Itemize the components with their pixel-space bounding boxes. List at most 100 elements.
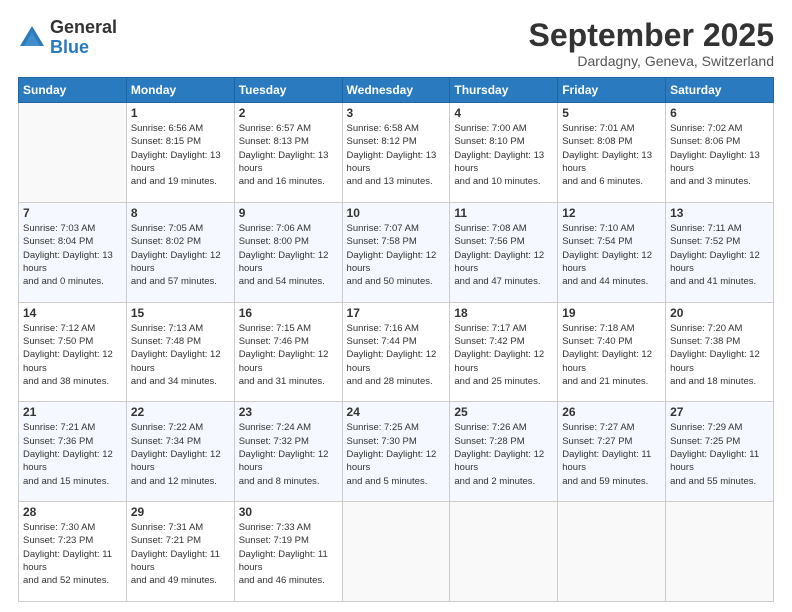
calendar-cell — [666, 502, 774, 602]
sunset-text: Sunset: 8:06 PM — [670, 135, 769, 148]
day-number: 1 — [131, 106, 230, 120]
calendar-header-tuesday: Tuesday — [234, 78, 342, 103]
day-number: 26 — [562, 405, 661, 419]
daylight-text-2: and and 31 minutes. — [239, 375, 338, 388]
calendar-cell: 16Sunrise: 7:15 AMSunset: 7:46 PMDayligh… — [234, 302, 342, 402]
day-number: 5 — [562, 106, 661, 120]
calendar-cell: 14Sunrise: 7:12 AMSunset: 7:50 PMDayligh… — [19, 302, 127, 402]
day-number: 14 — [23, 306, 122, 320]
month-title: September 2025 — [529, 18, 774, 53]
daylight-text-2: and and 3 minutes. — [670, 175, 769, 188]
day-number: 12 — [562, 206, 661, 220]
sunrise-text: Sunrise: 7:03 AM — [23, 222, 122, 235]
calendar-header-friday: Friday — [558, 78, 666, 103]
sunset-text: Sunset: 7:30 PM — [347, 435, 446, 448]
sunrise-text: Sunrise: 7:18 AM — [562, 322, 661, 335]
logo-icon — [18, 24, 46, 52]
day-number: 25 — [454, 405, 553, 419]
day-number: 6 — [670, 106, 769, 120]
day-number: 30 — [239, 505, 338, 519]
calendar-cell: 13Sunrise: 7:11 AMSunset: 7:52 PMDayligh… — [666, 202, 774, 302]
day-number: 18 — [454, 306, 553, 320]
daylight-text-2: and and 54 minutes. — [239, 275, 338, 288]
calendar-week-row: 7Sunrise: 7:03 AMSunset: 8:04 PMDaylight… — [19, 202, 774, 302]
daylight-text-1: Daylight: Daylight: 12 hours — [454, 348, 553, 375]
calendar-cell: 7Sunrise: 7:03 AMSunset: 8:04 PMDaylight… — [19, 202, 127, 302]
calendar-header-thursday: Thursday — [450, 78, 558, 103]
daylight-text-1: Daylight: Daylight: 11 hours — [670, 448, 769, 475]
calendar-cell: 5Sunrise: 7:01 AMSunset: 8:08 PMDaylight… — [558, 103, 666, 203]
daylight-text-1: Daylight: Daylight: 13 hours — [454, 149, 553, 176]
day-number: 4 — [454, 106, 553, 120]
calendar-cell: 2Sunrise: 6:57 AMSunset: 8:13 PMDaylight… — [234, 103, 342, 203]
daylight-text-1: Daylight: Daylight: 13 hours — [131, 149, 230, 176]
daylight-text-2: and and 13 minutes. — [347, 175, 446, 188]
sunrise-text: Sunrise: 6:58 AM — [347, 122, 446, 135]
daylight-text-2: and and 44 minutes. — [562, 275, 661, 288]
daylight-text-2: and and 6 minutes. — [562, 175, 661, 188]
daylight-text-2: and and 15 minutes. — [23, 475, 122, 488]
daylight-text-2: and and 55 minutes. — [670, 475, 769, 488]
calendar-header-monday: Monday — [126, 78, 234, 103]
calendar-cell: 8Sunrise: 7:05 AMSunset: 8:02 PMDaylight… — [126, 202, 234, 302]
daylight-text-2: and and 18 minutes. — [670, 375, 769, 388]
logo-text: General Blue — [50, 18, 117, 58]
calendar-header-row: SundayMondayTuesdayWednesdayThursdayFrid… — [19, 78, 774, 103]
sunrise-text: Sunrise: 7:06 AM — [239, 222, 338, 235]
daylight-text-1: Daylight: Daylight: 12 hours — [23, 348, 122, 375]
daylight-text-1: Daylight: Daylight: 11 hours — [562, 448, 661, 475]
daylight-text-2: and and 2 minutes. — [454, 475, 553, 488]
calendar-cell — [558, 502, 666, 602]
sunset-text: Sunset: 7:21 PM — [131, 534, 230, 547]
day-number: 21 — [23, 405, 122, 419]
sunset-text: Sunset: 7:25 PM — [670, 435, 769, 448]
day-number: 15 — [131, 306, 230, 320]
daylight-text-2: and and 28 minutes. — [347, 375, 446, 388]
daylight-text-1: Daylight: Daylight: 13 hours — [347, 149, 446, 176]
day-number: 2 — [239, 106, 338, 120]
day-number: 3 — [347, 106, 446, 120]
daylight-text-1: Daylight: Daylight: 13 hours — [670, 149, 769, 176]
sunrise-text: Sunrise: 7:22 AM — [131, 421, 230, 434]
calendar-cell — [19, 103, 127, 203]
sunrise-text: Sunrise: 7:29 AM — [670, 421, 769, 434]
daylight-text-2: and and 52 minutes. — [23, 574, 122, 587]
daylight-text-1: Daylight: Daylight: 12 hours — [454, 448, 553, 475]
calendar-cell: 15Sunrise: 7:13 AMSunset: 7:48 PMDayligh… — [126, 302, 234, 402]
sunrise-text: Sunrise: 7:24 AM — [239, 421, 338, 434]
sunrise-text: Sunrise: 6:56 AM — [131, 122, 230, 135]
sunset-text: Sunset: 8:04 PM — [23, 235, 122, 248]
sunrise-text: Sunrise: 7:21 AM — [23, 421, 122, 434]
sunrise-text: Sunrise: 7:02 AM — [670, 122, 769, 135]
sunrise-text: Sunrise: 7:30 AM — [23, 521, 122, 534]
daylight-text-2: and and 46 minutes. — [239, 574, 338, 587]
calendar-cell: 26Sunrise: 7:27 AMSunset: 7:27 PMDayligh… — [558, 402, 666, 502]
calendar-cell: 12Sunrise: 7:10 AMSunset: 7:54 PMDayligh… — [558, 202, 666, 302]
sunset-text: Sunset: 7:56 PM — [454, 235, 553, 248]
calendar-header-wednesday: Wednesday — [342, 78, 450, 103]
sunrise-text: Sunrise: 7:12 AM — [23, 322, 122, 335]
daylight-text-1: Daylight: Daylight: 12 hours — [239, 448, 338, 475]
calendar-cell: 24Sunrise: 7:25 AMSunset: 7:30 PMDayligh… — [342, 402, 450, 502]
day-number: 20 — [670, 306, 769, 320]
daylight-text-2: and and 12 minutes. — [131, 475, 230, 488]
daylight-text-1: Daylight: Daylight: 11 hours — [131, 548, 230, 575]
logo-blue: Blue — [50, 38, 117, 58]
sunset-text: Sunset: 7:54 PM — [562, 235, 661, 248]
daylight-text-1: Daylight: Daylight: 12 hours — [347, 249, 446, 276]
calendar-cell: 22Sunrise: 7:22 AMSunset: 7:34 PMDayligh… — [126, 402, 234, 502]
sunrise-text: Sunrise: 7:27 AM — [562, 421, 661, 434]
calendar-cell: 28Sunrise: 7:30 AMSunset: 7:23 PMDayligh… — [19, 502, 127, 602]
sunrise-text: Sunrise: 7:31 AM — [131, 521, 230, 534]
sunset-text: Sunset: 7:46 PM — [239, 335, 338, 348]
calendar-cell: 30Sunrise: 7:33 AMSunset: 7:19 PMDayligh… — [234, 502, 342, 602]
day-number: 10 — [347, 206, 446, 220]
day-number: 24 — [347, 405, 446, 419]
sunrise-text: Sunrise: 7:25 AM — [347, 421, 446, 434]
sunset-text: Sunset: 8:10 PM — [454, 135, 553, 148]
calendar-cell: 20Sunrise: 7:20 AMSunset: 7:38 PMDayligh… — [666, 302, 774, 402]
sunrise-text: Sunrise: 7:17 AM — [454, 322, 553, 335]
daylight-text-2: and and 21 minutes. — [562, 375, 661, 388]
daylight-text-1: Daylight: Daylight: 12 hours — [562, 249, 661, 276]
daylight-text-2: and and 41 minutes. — [670, 275, 769, 288]
